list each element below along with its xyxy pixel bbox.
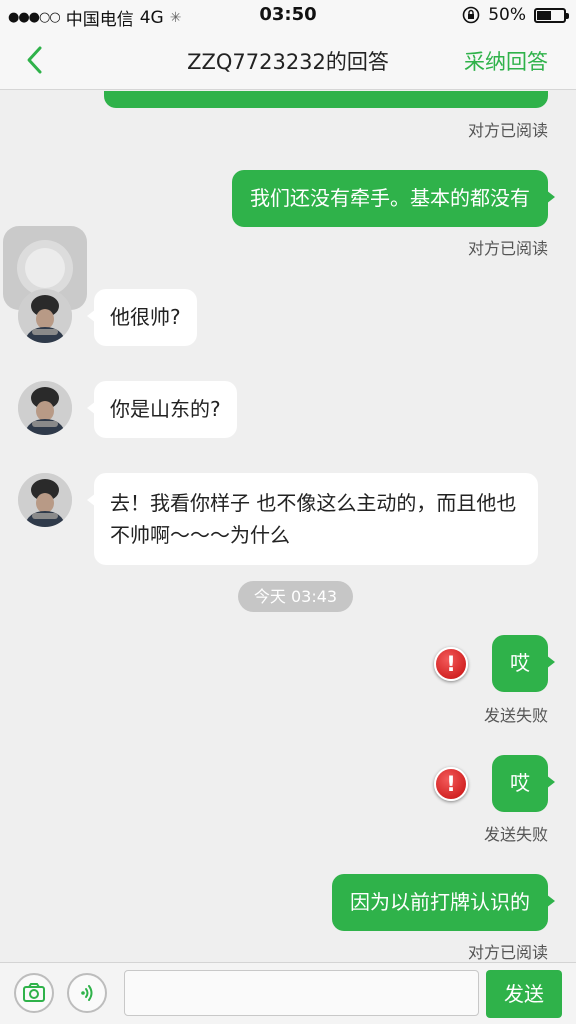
outgoing-message-partial <box>104 91 548 108</box>
read-receipt: 对方已阅读 <box>467 239 548 258</box>
message-list[interactable]: 对方已阅读 我们还没有牵手。基本的都没有 对方已阅读 他很帅? 你是山东的? 去… <box>0 91 576 961</box>
send-failed-icon[interactable]: ! <box>434 767 468 801</box>
nav-bar: ZZQ7723232的回答 采纳回答 <box>0 30 576 90</box>
incoming-message[interactable]: 你是山东的? <box>87 381 237 438</box>
status-bar: ●●●○○ 中国电信 4G ✳ 03:50 50% <box>0 0 576 30</box>
avatar[interactable] <box>18 473 72 527</box>
send-failed-label: 发送失败 <box>483 825 548 844</box>
avatar-photo <box>18 289 72 343</box>
incoming-message[interactable]: 去！我看你样子 也不像这么主动的，而且他也不帅啊～～～为什么 <box>87 473 538 565</box>
outgoing-message[interactable]: 哎 <box>492 635 555 692</box>
read-receipt: 对方已阅读 <box>467 943 548 961</box>
status-right: 50% <box>462 5 569 25</box>
avatar[interactable] <box>18 381 72 435</box>
incoming-message[interactable]: 他很帅? <box>87 289 197 346</box>
outgoing-message[interactable]: 我们还没有牵手。基本的都没有 <box>232 170 555 227</box>
battery-percent: 50% <box>488 5 526 25</box>
avatar-photo <box>18 473 72 527</box>
read-receipt: 对方已阅读 <box>467 121 548 140</box>
camera-icon <box>23 983 45 1002</box>
voice-button[interactable] <box>67 973 107 1013</box>
message-input[interactable] <box>124 970 479 1016</box>
send-failed-label: 发送失败 <box>483 706 548 725</box>
send-failed-icon[interactable]: ! <box>434 647 468 681</box>
accept-answer-button[interactable]: 采纳回答 <box>464 46 548 76</box>
input-bar: 发送 <box>0 962 576 1024</box>
time-divider: 今天 03:43 <box>238 581 353 612</box>
send-button[interactable]: 发送 <box>486 970 562 1018</box>
voice-icon <box>81 985 93 1001</box>
avatar-photo <box>18 381 72 435</box>
outgoing-message[interactable]: 因为以前打牌认识的 <box>332 874 555 931</box>
outgoing-message[interactable]: 哎 <box>492 755 555 812</box>
avatar[interactable] <box>18 289 72 343</box>
camera-button[interactable] <box>14 973 54 1013</box>
battery-icon <box>534 7 569 23</box>
orientation-lock-icon <box>462 6 480 24</box>
